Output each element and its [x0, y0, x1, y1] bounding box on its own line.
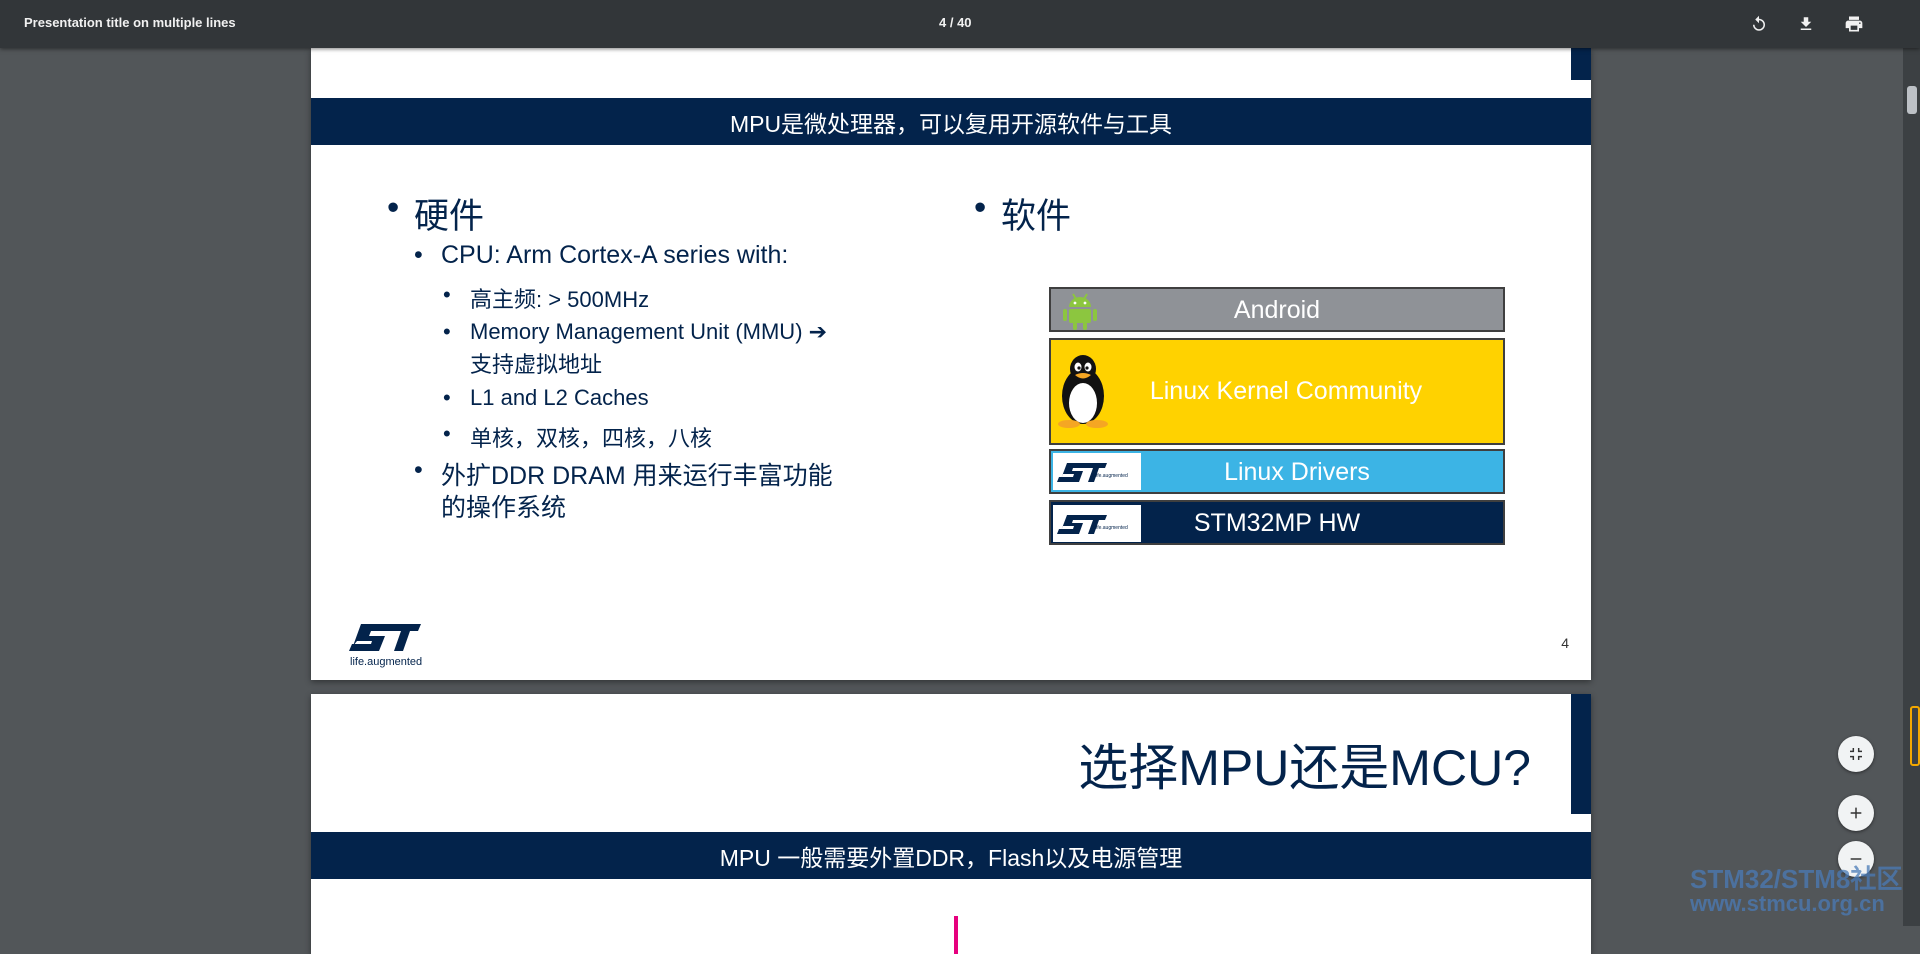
- frequency-bullet: • 高主频: > 500MHz: [443, 282, 650, 312]
- fit-page-button[interactable]: [1838, 736, 1874, 772]
- software-heading: • 软件: [974, 188, 1072, 236]
- stack-layer-android: Android: [1049, 287, 1505, 332]
- print-icon: [1845, 16, 1863, 32]
- pdf-page-4: MPU是微处理器，可以复用开源软件与工具 • 硬件 • CPU: Arm Corte…: [311, 48, 1591, 680]
- core-count-bullet: • 单核，双核，四核，八核: [443, 421, 713, 451]
- slide-title: 选择MPU还是MCU?: [1078, 740, 1531, 796]
- print-button[interactable]: [1842, 12, 1866, 36]
- zoom-in-button[interactable]: [1838, 795, 1874, 831]
- download-button[interactable]: [1794, 12, 1818, 36]
- st-logo-icon: [349, 624, 421, 651]
- site-watermark: STM32/STM8社区 www.stmcu.org.cn: [1690, 864, 1903, 916]
- slide-corner-bar: [1571, 48, 1591, 80]
- stm32mp-hw-label: STM32MP HW: [1193, 509, 1361, 537]
- stack-layer-linux-kernel: Linux Kernel Community: [1049, 338, 1505, 445]
- cpu-bullet: • CPU: Arm Cortex-A series with:: [414, 241, 789, 269]
- ddr-bullet: • 外扩DDR DRAM 用来运行丰富功能: [414, 456, 833, 490]
- linux-drivers-label: Linux Drivers: [1224, 458, 1370, 486]
- arrow-icon: ➔: [808, 319, 828, 344]
- linux-kernel-label: Linux Kernel Community: [1149, 377, 1423, 405]
- slide-header-band: MPU 一般需要外置DDR，Flash以及电源管理: [311, 832, 1591, 879]
- stack-layer-linux-drivers: life.augmented Linux Drivers: [1049, 449, 1505, 494]
- rotate-button[interactable]: [1747, 12, 1771, 36]
- slide-corner-bar: [1571, 694, 1591, 814]
- virtual-address-line: 支持虚拟地址: [470, 352, 603, 377]
- magenta-marker: [954, 916, 958, 954]
- cache-bullet: • L1 and L2 Caches: [443, 385, 649, 410]
- scroll-position-marker: [1910, 706, 1920, 766]
- fit-page-icon: [1850, 748, 1862, 760]
- slide-page-number: 4: [1561, 635, 1569, 651]
- document-title: Presentation title on multiple lines: [24, 15, 236, 30]
- mmu-bullet: • Memory Management Unit (MMU) ➔: [443, 319, 828, 344]
- ddr-bullet-continued: 的操作系统: [441, 494, 567, 522]
- pdf-toolbar: Presentation title on multiple lines 4 /…: [0, 0, 1920, 48]
- logo-caption: life.augmented: [350, 656, 423, 668]
- scrollbar-thumb[interactable]: [1907, 86, 1917, 114]
- rotate-icon: [1753, 15, 1765, 31]
- viewer-scrollbar[interactable]: [1903, 48, 1920, 926]
- page-indicator[interactable]: 4 / 40: [939, 15, 972, 30]
- hardware-heading: • 硬件: [387, 188, 485, 236]
- stack-layer-stm32mp-hw: life.augmented STM32MP HW: [1049, 500, 1505, 545]
- pdf-page-5: 选择MPU还是MCU? MPU 一般需要外置DDR，Flash以及电源管理: [311, 694, 1591, 954]
- android-label: Android: [1233, 296, 1321, 324]
- download-icon: [1800, 17, 1812, 30]
- slide-header-band: MPU是微处理器，可以复用开源软件与工具: [311, 98, 1591, 145]
- zoom-in-icon: [1850, 807, 1862, 819]
